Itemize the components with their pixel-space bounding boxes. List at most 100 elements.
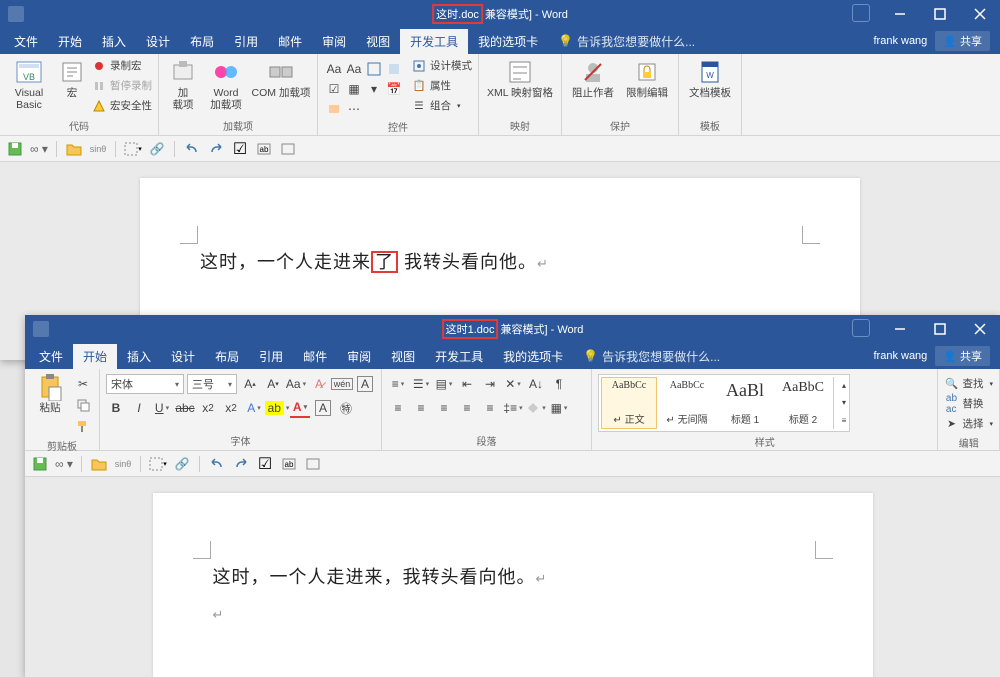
- empty-paragraph[interactable]: ↵: [213, 603, 813, 624]
- undo-icon[interactable]: [183, 140, 201, 158]
- control-buildingblock-icon[interactable]: [384, 59, 404, 79]
- tell-me-search[interactable]: 💡 告诉我您想要做什么...: [558, 33, 695, 50]
- minimize-button[interactable]: [880, 0, 920, 28]
- tab-mailings[interactable]: 邮件: [268, 29, 312, 54]
- font-name-combo[interactable]: 宋体▾: [106, 374, 184, 394]
- tab-home[interactable]: 开始: [73, 344, 117, 369]
- document-text[interactable]: 这时，一个人走进来了 我转头看向他。↵: [200, 248, 800, 274]
- select-button[interactable]: ➤选择▾: [944, 414, 993, 433]
- decrease-font-icon[interactable]: A▾: [263, 374, 283, 394]
- anchor-toggle-icon[interactable]: ▾: [124, 140, 142, 158]
- control-richtext-icon[interactable]: Aa: [324, 59, 344, 79]
- folder-icon[interactable]: [90, 455, 108, 473]
- tab-file[interactable]: 文件: [4, 29, 48, 54]
- tab-review[interactable]: 审阅: [337, 344, 381, 369]
- numbering-icon[interactable]: ☰: [411, 374, 431, 394]
- multilevel-icon[interactable]: ▤: [434, 374, 454, 394]
- tab-mailings[interactable]: 邮件: [293, 344, 337, 369]
- replace-button[interactable]: abac替换: [944, 394, 993, 413]
- increase-indent-icon[interactable]: ⇥: [480, 374, 500, 394]
- find-button[interactable]: 🔍查找▾: [944, 374, 993, 393]
- close-button[interactable]: [960, 0, 1000, 28]
- control-combobox-icon[interactable]: ▦: [344, 79, 364, 99]
- tab-insert[interactable]: 插入: [92, 29, 136, 54]
- user-name[interactable]: frank wang: [873, 35, 927, 47]
- subscript-icon[interactable]: x2: [198, 398, 218, 418]
- underline-icon[interactable]: U: [152, 398, 172, 418]
- text-form-icon[interactable]: ab: [280, 455, 298, 473]
- infinity-icon[interactable]: ∞ ▾: [55, 455, 73, 473]
- record-macro-button[interactable]: 录制宏: [92, 56, 152, 75]
- document-template-button[interactable]: W文档模板: [685, 56, 735, 100]
- macro-security-button[interactable]: 宏安全性: [92, 96, 152, 115]
- control-plaintext-icon[interactable]: Aa: [344, 59, 364, 79]
- user-name[interactable]: frank wang: [873, 350, 927, 362]
- justify-icon[interactable]: ≡: [457, 398, 477, 418]
- cut-icon[interactable]: ✂: [73, 374, 93, 394]
- anchor-toggle-icon[interactable]: ▾: [149, 455, 167, 473]
- enclose-char-icon[interactable]: ㊕: [336, 398, 356, 418]
- tab-custom[interactable]: 我的选项卡: [493, 344, 573, 369]
- tab-custom[interactable]: 我的选项卡: [468, 29, 548, 54]
- document-area[interactable]: 这时，一个人走进来，我转头看向他。↵ ↵: [25, 477, 1000, 677]
- align-right-icon[interactable]: ≡: [434, 398, 454, 418]
- folder-icon[interactable]: [65, 140, 83, 158]
- style-heading2[interactable]: AaBbC标题 2: [775, 377, 831, 429]
- xml-mapping-button[interactable]: XML 映射窗格: [485, 56, 555, 100]
- pause-record-button[interactable]: 暂停录制: [92, 76, 152, 95]
- addins-button[interactable]: 加 载项: [165, 56, 201, 111]
- text-form-icon[interactable]: ab: [255, 140, 273, 158]
- sine-icon[interactable]: sinθ: [89, 140, 107, 158]
- italic-icon[interactable]: I: [129, 398, 149, 418]
- close-button[interactable]: [960, 315, 1000, 343]
- font-color-icon[interactable]: A: [290, 398, 310, 418]
- char-shading-icon[interactable]: A: [313, 398, 333, 418]
- tab-home[interactable]: 开始: [48, 29, 92, 54]
- font-size-combo[interactable]: 三号▾: [187, 374, 237, 394]
- styles-down-icon[interactable]: ▾: [834, 396, 854, 410]
- save-icon[interactable]: [6, 140, 24, 158]
- styles-gallery[interactable]: AaBbCc↵ 正文 AaBbCc↵ 无间隔 AaBl标题 1 AaBbC标题 …: [598, 374, 850, 432]
- tab-design[interactable]: 设计: [161, 344, 205, 369]
- tab-view[interactable]: 视图: [381, 344, 425, 369]
- sine-icon[interactable]: sinθ: [114, 455, 132, 473]
- design-mode-button[interactable]: 设计模式: [412, 56, 472, 75]
- group-button[interactable]: ☰组合▾: [412, 96, 472, 115]
- strike-icon[interactable]: abc: [175, 398, 195, 418]
- paste-button[interactable]: 粘贴: [31, 371, 69, 415]
- borders-icon[interactable]: ▦: [549, 398, 569, 418]
- phonetic-guide-icon[interactable]: wén: [332, 374, 352, 394]
- ribbon-display-icon[interactable]: [852, 4, 870, 22]
- maximize-button[interactable]: [920, 0, 960, 28]
- styles-more-icon[interactable]: ≡: [834, 413, 854, 427]
- restrict-editing-button[interactable]: 限制编辑: [622, 56, 672, 100]
- control-checkbox-icon[interactable]: ☑: [324, 79, 344, 99]
- link-icon[interactable]: 🔗: [148, 140, 166, 158]
- increase-font-icon[interactable]: A▴: [240, 374, 260, 394]
- copy-icon[interactable]: [73, 395, 93, 415]
- tab-view[interactable]: 视图: [356, 29, 400, 54]
- tab-developer[interactable]: 开发工具: [425, 344, 493, 369]
- tab-layout[interactable]: 布局: [180, 29, 224, 54]
- shading-icon[interactable]: [526, 398, 546, 418]
- redo-icon[interactable]: [207, 140, 225, 158]
- properties-button[interactable]: 📋属性: [412, 76, 472, 95]
- share-button[interactable]: 👤 共享: [935, 31, 990, 51]
- com-addins-button[interactable]: COM 加载项: [251, 56, 311, 100]
- control-legacy-icon[interactable]: [324, 99, 344, 119]
- style-heading1[interactable]: AaBl标题 1: [717, 377, 773, 429]
- tab-references[interactable]: 引用: [224, 29, 268, 54]
- save-icon[interactable]: [31, 455, 49, 473]
- block-authors-button[interactable]: 阻止作者: [568, 56, 618, 100]
- clear-format-icon[interactable]: A̷: [309, 374, 329, 394]
- tab-review[interactable]: 审阅: [312, 29, 356, 54]
- redo-icon[interactable]: [232, 455, 250, 473]
- styles-up-icon[interactable]: ▴: [834, 379, 854, 393]
- checkbox-form-icon[interactable]: ☑: [256, 455, 274, 473]
- maximize-button[interactable]: [920, 315, 960, 343]
- format-painter-icon[interactable]: [73, 416, 93, 436]
- tab-developer[interactable]: 开发工具: [400, 29, 468, 54]
- visual-basic-button[interactable]: VB Visual Basic: [6, 56, 52, 111]
- infinity-icon[interactable]: ∞ ▾: [30, 140, 48, 158]
- frame-icon[interactable]: [304, 455, 322, 473]
